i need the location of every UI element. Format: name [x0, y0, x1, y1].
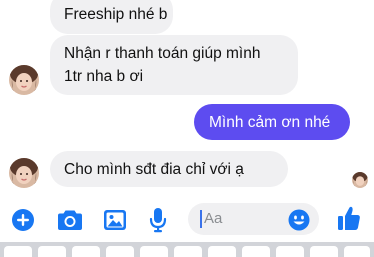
message-bubble-incoming[interactable]: Freeship nhé b [50, 0, 173, 34]
message-input-placeholder: Aa [204, 210, 223, 227]
message-text: Cho mình sđt đia chỉ với ạ [64, 161, 244, 178]
image-icon[interactable] [103, 209, 127, 231]
message-composer: Aa [0, 196, 374, 242]
keyboard-key[interactable] [208, 246, 236, 257]
keyboard-key[interactable] [242, 246, 270, 257]
microphone-icon[interactable] [149, 207, 167, 233]
read-receipt-avatar [352, 172, 368, 188]
text-caret [200, 210, 202, 228]
message-text: Mình cảm ơn nhé [209, 114, 331, 131]
thumbs-up-icon[interactable] [337, 205, 361, 231]
camera-icon[interactable] [57, 209, 83, 231]
keyboard-key[interactable] [106, 246, 134, 257]
message-text-line: 1tr nha b ơi [64, 68, 144, 85]
keyboard-key[interactable] [38, 246, 66, 257]
message-bubble-incoming[interactable]: Cho mình sđt đia chỉ với ạ [50, 151, 288, 187]
keyboard-key[interactable] [140, 246, 168, 257]
message-text: Freeship nhé b [64, 6, 168, 23]
keyboard-key[interactable] [344, 246, 370, 257]
plus-icon[interactable] [11, 208, 35, 232]
contact-avatar[interactable] [9, 65, 39, 95]
keyboard-key[interactable] [276, 246, 304, 257]
keyboard-area [0, 242, 374, 257]
keyboard-key[interactable] [310, 246, 338, 257]
keyboard-key[interactable] [4, 246, 32, 257]
message-text-line: Nhận r thanh toán giúp mình [64, 45, 261, 62]
message-bubble-incoming[interactable]: Nhận r thanh toán giúp mình 1tr nha b ơi [50, 35, 298, 95]
contact-avatar[interactable] [9, 158, 39, 188]
message-bubble-outgoing[interactable]: Mình cảm ơn nhé [194, 104, 350, 140]
keyboard-key[interactable] [174, 246, 202, 257]
emoji-icon[interactable] [288, 209, 310, 231]
keyboard-key[interactable] [72, 246, 100, 257]
